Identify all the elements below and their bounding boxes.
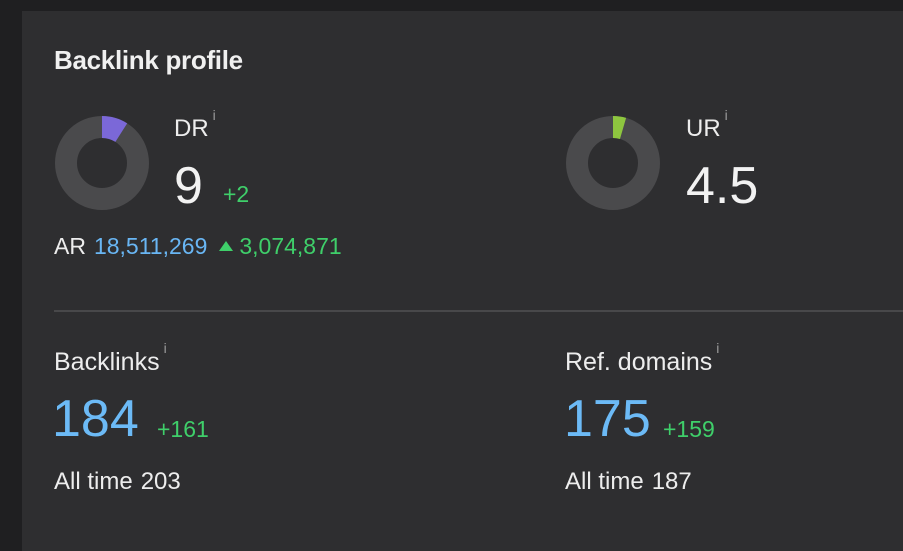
gauge-fill [612,116,627,140]
gauge-fill [101,116,128,143]
backlinks-alltime: All time 203 [54,468,181,496]
dr-info-icon[interactable]: i [213,107,216,123]
dr-label-text: DR [174,115,209,142]
dr-delta: +2 [223,181,250,207]
ref-domains-alltime: All time 187 [565,468,692,496]
ref-domains-info-icon[interactable]: i [716,340,719,356]
backlinks-label-text: Backlinks [54,348,160,376]
ref-domains-delta: +159 [663,416,715,442]
ref-domains-label-text: Ref. domains [565,348,713,376]
ref-domains-alltime-label: All time [565,468,644,495]
dr-label: DR i [174,107,216,143]
ar-value-link[interactable]: 18,511,269 [94,233,207,259]
backlink-profile-card: Backlink profile DR i 9 +2 UR i 4.5 AR 18,5… [22,11,903,551]
backlinks-alltime-value: 203 [140,468,181,495]
ar-row: AR 18,511,269 3,074,871 [54,233,342,260]
backlinks-value-link[interactable]: 184 [52,389,139,449]
backlinks-label: Backlinks i [54,340,167,377]
backlinks-info-icon[interactable]: i [164,340,167,356]
ur-label: UR i [686,107,728,143]
dr-gauge [55,116,149,210]
backlinks-delta: +161 [157,416,209,442]
dr-value: 9 [174,157,203,215]
ar-label: AR [54,233,86,259]
ur-info-icon[interactable]: i [725,107,728,123]
backlinks-alltime-label: All time [54,468,133,495]
ur-value: 4.5 [686,157,759,215]
ur-gauge [566,116,660,210]
triangle-up-icon [219,241,234,251]
ref-domains-value-link[interactable]: 175 [564,389,651,449]
ur-label-text: UR [686,115,721,142]
ar-delta: 3,074,871 [239,233,342,259]
card-title: Backlink profile [54,45,243,75]
section-divider [54,310,903,312]
ref-domains-alltime-value: 187 [651,468,692,495]
ref-domains-label: Ref. domains i [565,340,719,377]
